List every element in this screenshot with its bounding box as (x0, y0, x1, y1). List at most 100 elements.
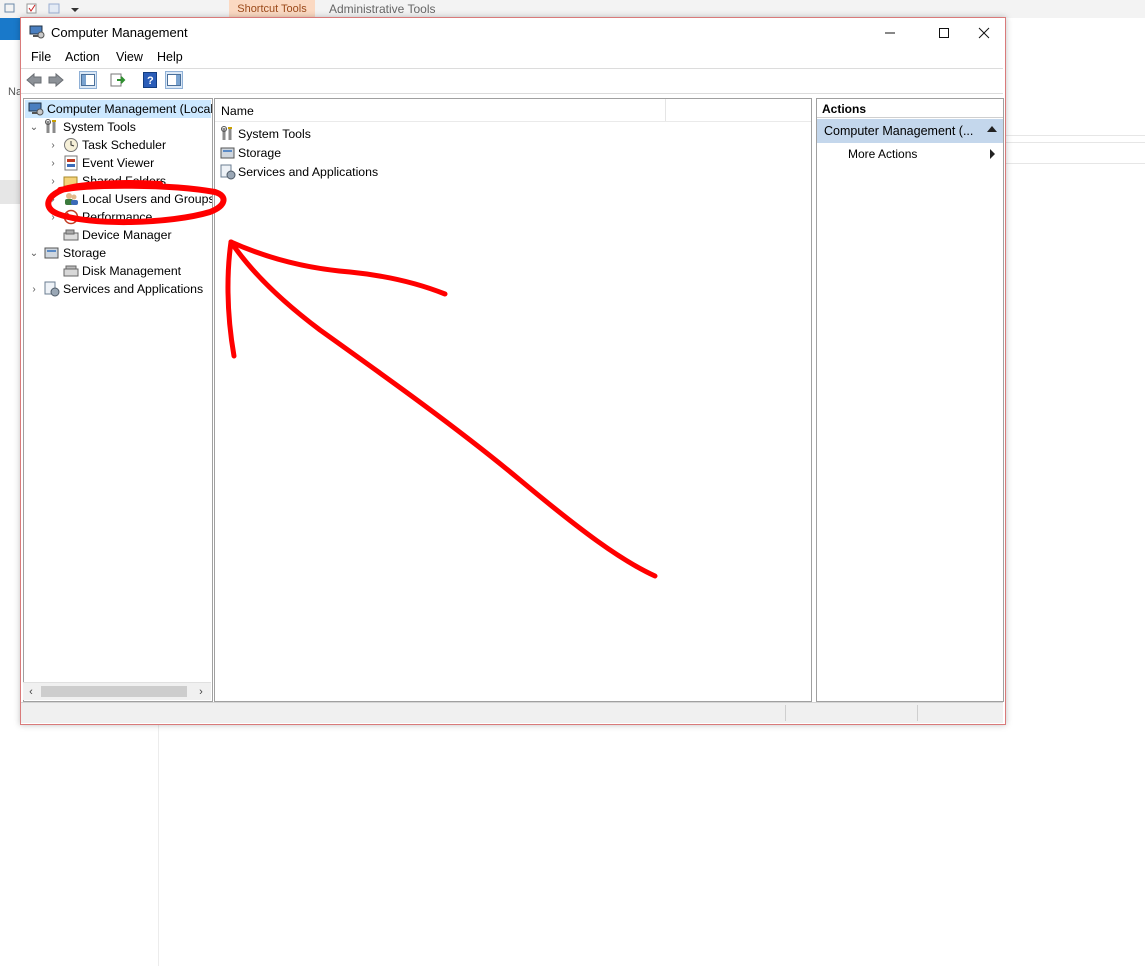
help-button[interactable]: ? (141, 71, 159, 89)
tree-item-label: Task Scheduler (82, 138, 167, 152)
event-viewer-icon (63, 155, 79, 171)
tree-horizontal-scrollbar[interactable]: ‹ › (23, 682, 211, 700)
tree-root-computer-management[interactable]: Computer Management (Local (25, 100, 213, 118)
services-and-applications-icon (44, 281, 60, 297)
chevron-down-icon[interactable]: ⌄ (28, 248, 40, 259)
show-hide-console-tree-icon (81, 74, 95, 86)
forward-button[interactable] (47, 71, 65, 89)
column-header-name[interactable]: Name (221, 104, 254, 118)
tree-item-task-scheduler[interactable]: › Task Scheduler (47, 136, 166, 154)
scrollbar-thumb[interactable] (41, 686, 187, 697)
show-hide-action-pane-icon (167, 74, 181, 86)
tree-item-label: Performance (82, 210, 153, 224)
qat-dropdown-icon[interactable] (70, 2, 82, 14)
status-separator (785, 705, 786, 721)
back-button[interactable] (25, 71, 43, 89)
background-file-tab[interactable] (0, 18, 20, 40)
tree-item-label: Event Viewer (82, 156, 155, 170)
back-icon (26, 72, 42, 88)
list-item-label: Services and Applications (238, 165, 379, 179)
tree-item-device-manager[interactable]: Device Manager (47, 226, 172, 244)
task-scheduler-icon (63, 137, 79, 153)
tree-item-label: Storage (63, 246, 107, 260)
close-button[interactable] (961, 18, 1007, 48)
shared-folders-icon (63, 173, 79, 189)
results-pane: Name System Tools Storage Services and A… (214, 98, 812, 702)
tree-item-label: System Tools (63, 120, 136, 134)
chevron-right-icon[interactable]: › (47, 158, 59, 169)
submenu-arrow-icon[interactable] (990, 149, 995, 159)
actions-group-computer-management[interactable]: Computer Management (... (817, 119, 1003, 143)
chevron-right-icon[interactable]: › (47, 140, 59, 151)
chevron-right-icon[interactable]: › (47, 212, 59, 223)
tree-item-local-users-and-groups[interactable]: › Local Users and Groups (47, 190, 213, 208)
tree-root-label: Computer Management (Local (47, 102, 213, 116)
computer-management-window: Computer Management File Action View Hel… (20, 17, 1006, 725)
chevron-right-icon[interactable]: › (28, 284, 40, 295)
list-item-services-and-applications[interactable]: Services and Applications (220, 163, 378, 181)
export-list-button[interactable] (109, 71, 127, 89)
tree-item-system-tools[interactable]: ⌄ System Tools (28, 118, 136, 136)
tree-item-event-viewer[interactable]: › Event Viewer (47, 154, 154, 172)
tree-item-label: Shared Folders (82, 174, 167, 188)
background-ribbon-area (1005, 40, 1145, 136)
column-separator[interactable] (665, 99, 666, 121)
tree-item-shared-folders[interactable]: › Shared Folders (47, 172, 166, 190)
computer-management-icon (29, 25, 45, 39)
window-title: Computer Management (51, 25, 188, 40)
status-separator (917, 705, 918, 721)
storage-icon (44, 245, 60, 261)
tree-item-disk-management[interactable]: Disk Management (47, 262, 181, 280)
chevron-right-icon[interactable]: › (47, 194, 59, 205)
performance-icon (63, 209, 79, 225)
list-header: Name (215, 99, 811, 122)
tree-item-services-and-applications[interactable]: › Services and Applications (28, 280, 203, 298)
chevron-right-icon[interactable]: › (47, 176, 59, 187)
tree-item-performance[interactable]: › Performance (47, 208, 152, 226)
scroll-left-button[interactable]: ‹ (23, 683, 39, 700)
chevron-down-icon[interactable]: ⌄ (28, 122, 40, 133)
scroll-right-button[interactable]: › (193, 683, 209, 700)
background-divider (158, 724, 159, 966)
more-actions-item[interactable]: More Actions (848, 147, 917, 161)
tree-item-label: Local Users and Groups (82, 192, 213, 206)
minimize-button[interactable] (867, 18, 913, 48)
svg-text:?: ? (147, 75, 154, 87)
services-and-applications-icon (220, 164, 236, 180)
tree-item-label: Services and Applications (63, 282, 204, 296)
actions-header-label: Actions (822, 102, 867, 116)
background-quick-access-toolbar (4, 2, 82, 14)
new-folder-icon[interactable] (48, 2, 60, 14)
background-address-bar (1005, 142, 1145, 164)
menu-help[interactable]: Help (157, 50, 183, 64)
title-bar[interactable]: Computer Management (21, 18, 1005, 48)
users-icon (63, 191, 79, 207)
list-item-system-tools[interactable]: System Tools (220, 125, 311, 143)
checkmark-icon[interactable] (26, 2, 38, 14)
actions-header: Actions (817, 99, 1003, 118)
tree-item-label: Disk Management (82, 264, 182, 278)
list-item-label: Storage (238, 146, 282, 160)
actions-pane: Actions Computer Management (... More Ac… (816, 98, 1004, 702)
collapse-up-icon[interactable] (987, 126, 997, 132)
menu-bar: File Action View Help (21, 48, 1005, 68)
help-icon: ? (143, 72, 157, 88)
ribbon-tab-administrative-tools[interactable]: Administrative Tools (329, 2, 436, 16)
status-bar (21, 702, 1003, 723)
menu-view[interactable]: View (116, 50, 143, 64)
device-manager-icon (63, 227, 79, 243)
menu-action[interactable]: Action (65, 50, 100, 64)
computer-management-icon (28, 101, 44, 117)
menu-file[interactable]: File (31, 50, 51, 64)
properties-icon[interactable] (4, 2, 16, 14)
show-hide-console-tree-button[interactable] (79, 71, 97, 89)
ribbon-tab-shortcut-tools[interactable]: Shortcut Tools (229, 0, 315, 18)
list-item-storage[interactable]: Storage (220, 144, 281, 162)
show-hide-action-pane-button[interactable] (165, 71, 183, 89)
actions-group-label: Computer Management (... (824, 124, 974, 138)
tree-item-label: Device Manager (82, 228, 172, 242)
background-ribbon (0, 0, 1145, 18)
background-nav-selection (0, 180, 20, 204)
tree-item-storage[interactable]: ⌄ Storage (28, 244, 106, 262)
toolbar: ? (21, 68, 1003, 94)
